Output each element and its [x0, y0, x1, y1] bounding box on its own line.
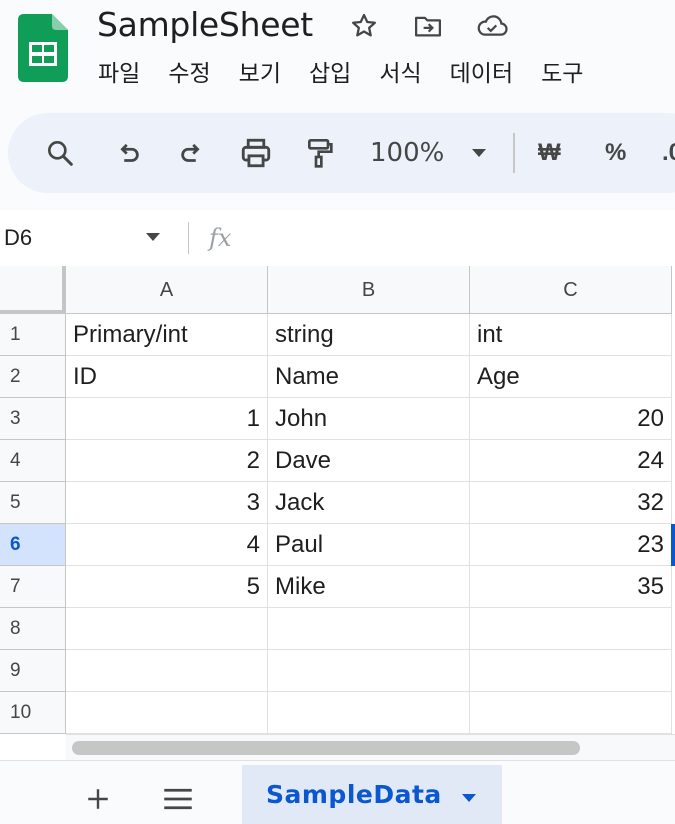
add-sheet-icon[interactable] [82, 783, 114, 815]
cell-c3[interactable]: 20 [470, 398, 672, 440]
spreadsheet-grid: A B C 1 Primary/int string int 2 ID Name Age 3 1 John… [0, 266, 675, 734]
document-title[interactable]: SampleSheet [97, 4, 313, 46]
select-all-corner[interactable] [0, 266, 66, 314]
cell-a6[interactable]: 4 [66, 524, 268, 566]
row-header-10[interactable]: 10 [0, 692, 66, 734]
cell-c2[interactable]: Age [470, 356, 672, 398]
zoom-select[interactable]: 100% [370, 133, 488, 173]
zoom-value: 100% [370, 138, 445, 168]
row-header-6[interactable]: 6 [0, 524, 66, 566]
cell-a7[interactable]: 5 [66, 566, 268, 608]
cell-b7[interactable]: Mike [268, 566, 470, 608]
selection-border [671, 524, 675, 566]
menu-view[interactable]: 보기 [239, 56, 281, 92]
cell-a2[interactable]: ID [66, 356, 268, 398]
cloud-saved-icon[interactable] [476, 10, 508, 42]
print-icon[interactable] [238, 135, 274, 171]
percent-format-button[interactable]: % [605, 133, 626, 173]
move-folder-icon[interactable] [412, 10, 444, 42]
toolbar: 100% ₩ % .0 [8, 113, 675, 193]
cell-a8[interactable] [66, 608, 268, 650]
undo-icon[interactable] [110, 135, 146, 171]
redo-icon[interactable] [174, 135, 210, 171]
formula-divider [188, 222, 189, 254]
cell-b4[interactable]: Dave [268, 440, 470, 482]
paint-format-icon[interactable] [302, 135, 338, 171]
row-header-2[interactable]: 2 [0, 356, 66, 398]
toolbar-divider [513, 133, 515, 173]
decrease-decimal-button[interactable]: .0 [662, 133, 675, 173]
fx-icon: fx [209, 224, 232, 252]
column-header-c[interactable]: C [470, 266, 672, 314]
cell-a4[interactable]: 2 [66, 440, 268, 482]
cell-c7[interactable]: 35 [470, 566, 672, 608]
horizontal-scrollbar[interactable] [66, 734, 675, 760]
cell-c8[interactable] [470, 608, 672, 650]
menu-insert[interactable]: 삽입 [309, 56, 351, 92]
row-header-5[interactable]: 5 [0, 482, 66, 524]
formula-bar: D6 fx [0, 210, 675, 266]
cell-a1[interactable]: Primary/int [66, 314, 268, 356]
row-header-3[interactable]: 3 [0, 398, 66, 440]
cell-a5[interactable]: 3 [66, 482, 268, 524]
cell-b3[interactable]: John [268, 398, 470, 440]
cell-a9[interactable] [66, 650, 268, 692]
cell-c1[interactable]: int [470, 314, 672, 356]
cell-b8[interactable] [268, 608, 470, 650]
cell-b10[interactable] [268, 692, 470, 734]
row-header-8[interactable]: 8 [0, 608, 66, 650]
cell-c10[interactable] [470, 692, 672, 734]
chevron-down-icon[interactable] [144, 230, 162, 248]
cell-b1[interactable]: string [268, 314, 470, 356]
cell-b5[interactable]: Jack [268, 482, 470, 524]
column-header-a[interactable]: A [66, 266, 268, 314]
row-header-1[interactable]: 1 [0, 314, 66, 356]
name-box[interactable]: D6 [4, 222, 32, 254]
cell-c9[interactable] [470, 650, 672, 692]
cell-b6[interactable]: Paul [268, 524, 470, 566]
cell-b2[interactable]: Name [268, 356, 470, 398]
currency-format-button[interactable]: ₩ [538, 133, 561, 173]
sheet-tab-active[interactable]: SampleData [242, 765, 502, 824]
cell-c6[interactable]: 23 [470, 524, 672, 566]
menu-format[interactable]: 서식 [379, 56, 421, 92]
sheet-tab-bar: SampleData [0, 760, 675, 824]
column-header-b[interactable]: B [268, 266, 470, 314]
chevron-down-icon[interactable] [460, 791, 478, 809]
menu-tools[interactable]: 도구 [541, 56, 583, 92]
menu-file[interactable]: 파일 [98, 56, 140, 92]
sheet-tab-label: SampleData [266, 780, 442, 809]
all-sheets-menu-icon[interactable] [162, 783, 194, 815]
cell-b9[interactable] [268, 650, 470, 692]
menu-bar: 파일 수정 보기 삽입 서식 데이터 도구 [98, 56, 611, 92]
star-icon[interactable] [348, 10, 380, 42]
chevron-down-icon [472, 149, 487, 157]
cell-a10[interactable] [66, 692, 268, 734]
row-header-7[interactable]: 7 [0, 566, 66, 608]
cell-c5[interactable]: 32 [470, 482, 672, 524]
search-icon[interactable] [42, 135, 78, 171]
sheets-logo-icon[interactable] [18, 14, 68, 82]
cell-c4[interactable]: 24 [470, 440, 672, 482]
menu-data[interactable]: 데이터 [450, 56, 513, 92]
scrollbar-thumb[interactable] [72, 741, 580, 755]
cell-a3[interactable]: 1 [66, 398, 268, 440]
title-bar: SampleSheet 파일 수정 보기 삽입 서식 데이터 도구 [0, 0, 675, 100]
menu-edit[interactable]: 수정 [168, 56, 210, 92]
row-header-9[interactable]: 9 [0, 650, 66, 692]
row-header-4[interactable]: 4 [0, 440, 66, 482]
